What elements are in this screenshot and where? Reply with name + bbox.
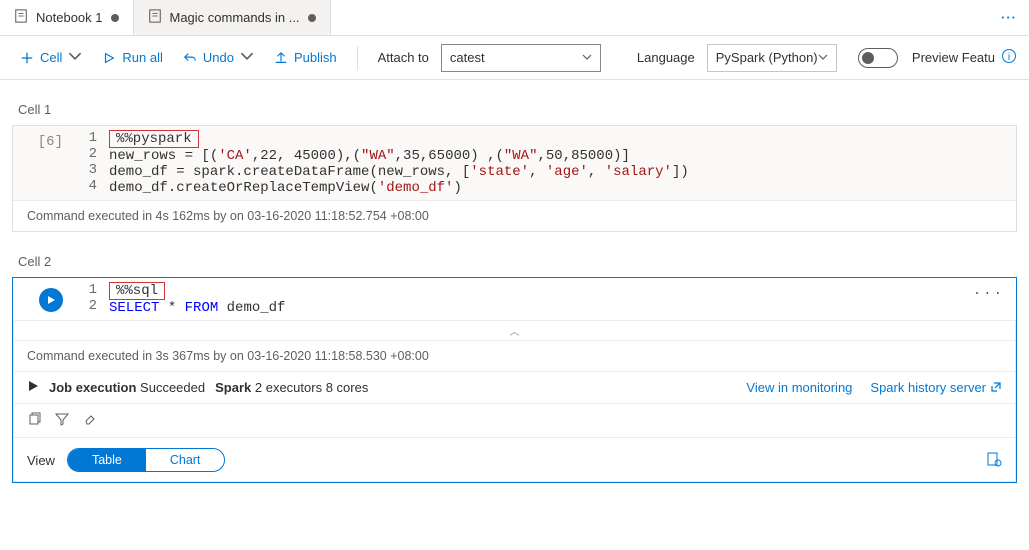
chevron-down-icon (582, 50, 592, 65)
play-icon (27, 380, 39, 395)
view-table-option[interactable]: Table (68, 449, 146, 471)
line-gutter: 12 (73, 282, 109, 316)
collapse-output-button[interactable]: ︿ (13, 320, 1016, 340)
cell-more-menu[interactable]: ··· (973, 286, 1004, 302)
attach-to-dropdown[interactable]: catest (441, 44, 601, 72)
toolbar: Cell Run all Undo Publish Attach to cate… (0, 36, 1029, 80)
notebook-icon (14, 9, 28, 26)
code-content: %%pyspark new_rows = [('CA',22, 45000),(… (109, 130, 1016, 196)
job-execution-row: Job execution Succeeded Spark 2 executor… (13, 371, 1016, 403)
toolbar-separator (357, 46, 358, 70)
notebook-icon (148, 9, 162, 26)
spark-history-server-link[interactable]: Spark history server (870, 380, 1002, 395)
view-in-monitoring-link[interactable]: View in monitoring (746, 380, 852, 395)
tab-label: Notebook 1 (36, 10, 103, 25)
magic-highlight: %%sql (109, 282, 165, 300)
cell-2[interactable]: 12 %%sql SELECT * FROM demo_df··· ︿ Comm… (12, 277, 1017, 483)
toggle-switch-icon (858, 48, 898, 68)
view-segmented-control: Table Chart (67, 448, 225, 472)
language-dropdown[interactable]: PySpark (Python) (707, 44, 837, 72)
spark-detail: 2 executors 8 cores (255, 380, 368, 395)
code-content: %%sql SELECT * FROM demo_df··· (109, 282, 1016, 316)
cell-1[interactable]: [6] 1234 %%pyspark new_rows = [('CA',22,… (12, 125, 1017, 232)
spark-label: Spark (215, 380, 251, 395)
tab-notebook-1[interactable]: Notebook 1 (0, 0, 134, 35)
view-chart-option[interactable]: Chart (146, 449, 225, 471)
attach-to-label: Attach to (370, 50, 437, 65)
job-exec-label: Job execution (49, 380, 136, 395)
undo-button[interactable]: Undo (175, 45, 262, 70)
code-editor[interactable]: [6] 1234 %%pyspark new_rows = [('CA',22,… (13, 126, 1016, 200)
code-editor[interactable]: 12 %%sql SELECT * FROM demo_df··· (13, 278, 1016, 320)
run-all-label: Run all (122, 50, 162, 65)
chevron-down-icon (818, 50, 828, 65)
line-gutter: 1234 (73, 130, 109, 196)
tab-bar: Notebook 1 Magic commands in ... ··· (0, 0, 1029, 36)
export-icon[interactable] (986, 451, 1002, 470)
cell-2-label: Cell 2 (18, 254, 1017, 269)
cell-button-label: Cell (40, 50, 62, 65)
preview-label: Preview Featu (912, 50, 995, 65)
run-all-button[interactable]: Run all (94, 46, 170, 69)
dirty-indicator-icon (111, 14, 119, 22)
info-icon: i (1001, 48, 1017, 67)
cell-2-status: Command executed in 3s 367ms by on 03-16… (13, 340, 1016, 371)
undo-label: Undo (203, 50, 234, 65)
output-toolbar (13, 403, 1016, 437)
chevron-down-icon (68, 49, 82, 66)
svg-text:i: i (1008, 52, 1010, 63)
cell-1-label: Cell 1 (18, 102, 1017, 117)
attach-value: catest (450, 50, 485, 65)
magic-highlight: %%pyspark (109, 130, 199, 148)
view-label: View (27, 453, 55, 468)
publish-label: Publish (294, 50, 337, 65)
view-row: View Table Chart (13, 437, 1016, 482)
language-label: Language (629, 50, 703, 65)
language-value: PySpark (Python) (716, 50, 818, 65)
dirty-indicator-icon (308, 14, 316, 22)
chevron-down-icon (240, 49, 254, 66)
cell-1-status: Command executed in 4s 162ms by on 03-16… (13, 200, 1016, 231)
eraser-icon[interactable] (83, 412, 97, 429)
run-cell-control (13, 282, 73, 316)
tab-overflow-button[interactable]: ··· (989, 0, 1029, 35)
tab-magic-commands[interactable]: Magic commands in ... (134, 0, 331, 35)
add-cell-button[interactable]: Cell (12, 45, 90, 70)
filter-icon[interactable] (55, 412, 69, 429)
tab-label: Magic commands in ... (170, 10, 300, 25)
publish-button[interactable]: Publish (266, 46, 345, 69)
preview-features-toggle[interactable]: Preview Featu i (858, 48, 1017, 68)
run-cell-button[interactable] (39, 288, 63, 312)
job-exec-status: Succeeded (140, 380, 205, 395)
copy-icon[interactable] (27, 412, 41, 429)
external-link-icon (990, 381, 1002, 393)
notebook-body: Cell 1 [6] 1234 %%pyspark new_rows = [('… (0, 80, 1029, 523)
execution-count: [6] (13, 130, 73, 196)
